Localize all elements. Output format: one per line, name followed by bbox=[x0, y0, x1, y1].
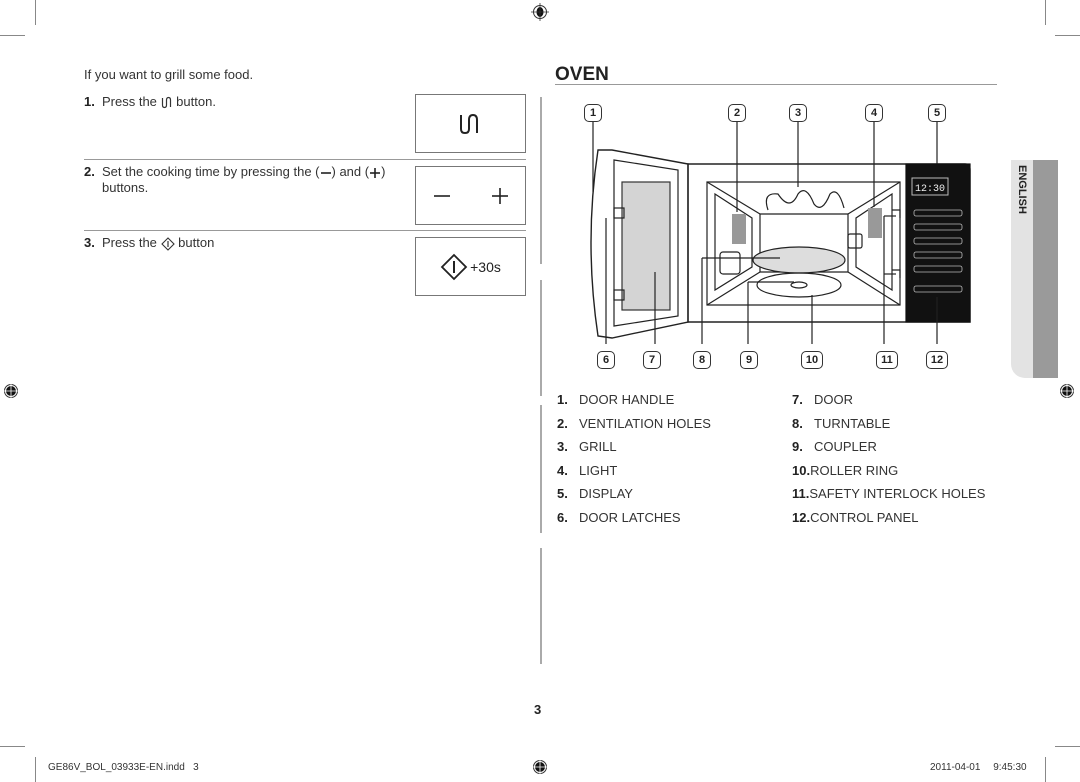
registration-mark-icon bbox=[1058, 382, 1076, 400]
crop-mark bbox=[1045, 0, 1046, 25]
callout-1: 1 bbox=[584, 104, 602, 122]
legend-item: 12.CONTROL PANEL bbox=[792, 510, 919, 525]
step-2: 2. Set the cooking time by pressing the (… bbox=[84, 164, 404, 196]
step-text: ) bbox=[381, 164, 386, 179]
legend-item: 11.SAFETY INTERLOCK HOLES bbox=[792, 486, 986, 501]
step-3: 3. Press the button bbox=[84, 235, 384, 251]
registration-mark-icon bbox=[2, 382, 20, 400]
footer-filename: GE86V_BOL_03933E-EN.indd 3 bbox=[48, 762, 199, 773]
legend-item: 9. COUPLER bbox=[792, 439, 877, 454]
legend-item: 5. DISPLAY bbox=[557, 486, 633, 501]
callout-4: 4 bbox=[865, 104, 883, 122]
intro-text: If you want to grill some food. bbox=[84, 67, 254, 82]
callout-2: 2 bbox=[728, 104, 746, 122]
legend-item: 4. LIGHT bbox=[557, 463, 618, 478]
registration-mark-icon bbox=[531, 758, 549, 776]
step-number: 2. bbox=[84, 164, 95, 179]
start-button-illustration: +30s bbox=[415, 237, 526, 296]
footer-timestamp: 2011-04-01 9:45:30 bbox=[930, 762, 1027, 773]
column-divider bbox=[540, 97, 542, 264]
step-text: button. bbox=[176, 94, 216, 109]
oven-display-time: 12:30 bbox=[915, 184, 945, 195]
minus-icon bbox=[433, 194, 450, 197]
step-1: 1. Press the button. bbox=[84, 94, 384, 110]
step-text: ) and ( bbox=[331, 164, 370, 179]
section-title: OVEN bbox=[555, 64, 609, 85]
step-number: 1. bbox=[84, 94, 95, 109]
step-text-continued: buttons. bbox=[102, 180, 149, 195]
crop-mark bbox=[1045, 757, 1046, 782]
step-text: Press the bbox=[102, 235, 157, 250]
callout-11: 11 bbox=[876, 351, 898, 369]
divider bbox=[84, 159, 526, 160]
crop-mark bbox=[1055, 746, 1080, 747]
start-button-label: +30s bbox=[470, 258, 501, 275]
legend-item: 2. VENTILATION HOLES bbox=[557, 416, 711, 431]
plus-icon bbox=[491, 187, 508, 204]
callout-5: 5 bbox=[928, 104, 946, 122]
callout-10: 10 bbox=[801, 351, 823, 369]
page-number: 3 bbox=[534, 702, 542, 717]
legend-item: 10.ROLLER RING bbox=[792, 463, 899, 478]
step-number: 3. bbox=[84, 235, 95, 250]
legend-item: 7. DOOR bbox=[792, 392, 853, 407]
step-text: Set the cooking time by pressing the ( bbox=[102, 164, 320, 179]
callout-3: 3 bbox=[789, 104, 807, 122]
crop-mark bbox=[35, 757, 36, 782]
legend-item: 6. DOOR LATCHES bbox=[557, 510, 681, 525]
start-icon bbox=[440, 253, 468, 280]
minus-icon bbox=[320, 171, 331, 174]
title-underline bbox=[555, 84, 997, 85]
registration-mark-icon bbox=[531, 3, 549, 21]
crop-mark bbox=[35, 0, 36, 25]
divider bbox=[84, 230, 526, 231]
grill-icon bbox=[161, 96, 171, 109]
language-tab-label: ENGLISH bbox=[1016, 165, 1028, 214]
grill-button-illustration bbox=[415, 94, 526, 153]
crop-mark bbox=[1055, 35, 1080, 36]
step-text: button bbox=[178, 235, 215, 250]
oven-illustration: 12:30 bbox=[590, 122, 971, 344]
time-buttons-illustration bbox=[415, 166, 526, 225]
callout-12: 12 bbox=[926, 351, 948, 369]
crop-mark bbox=[0, 746, 25, 747]
step-text: Press the bbox=[102, 94, 157, 109]
legend-item: 8. TURNTABLE bbox=[792, 416, 891, 431]
column-divider bbox=[540, 405, 542, 533]
footer-time: 9:45:30 bbox=[993, 762, 1027, 773]
callout-7: 7 bbox=[643, 351, 661, 369]
legend-item: 3. GRILL bbox=[557, 439, 617, 454]
callout-9: 9 bbox=[740, 351, 758, 369]
crop-mark bbox=[0, 35, 25, 36]
column-divider bbox=[540, 280, 542, 396]
callout-8: 8 bbox=[693, 351, 711, 369]
legend-item: 1. DOOR HANDLE bbox=[557, 392, 675, 407]
plus-icon bbox=[370, 167, 381, 178]
callout-6: 6 bbox=[597, 351, 615, 369]
column-divider bbox=[540, 548, 542, 664]
grill-icon bbox=[459, 113, 478, 134]
start-icon bbox=[160, 236, 175, 251]
footer-date: 2011-04-01 bbox=[930, 762, 981, 773]
